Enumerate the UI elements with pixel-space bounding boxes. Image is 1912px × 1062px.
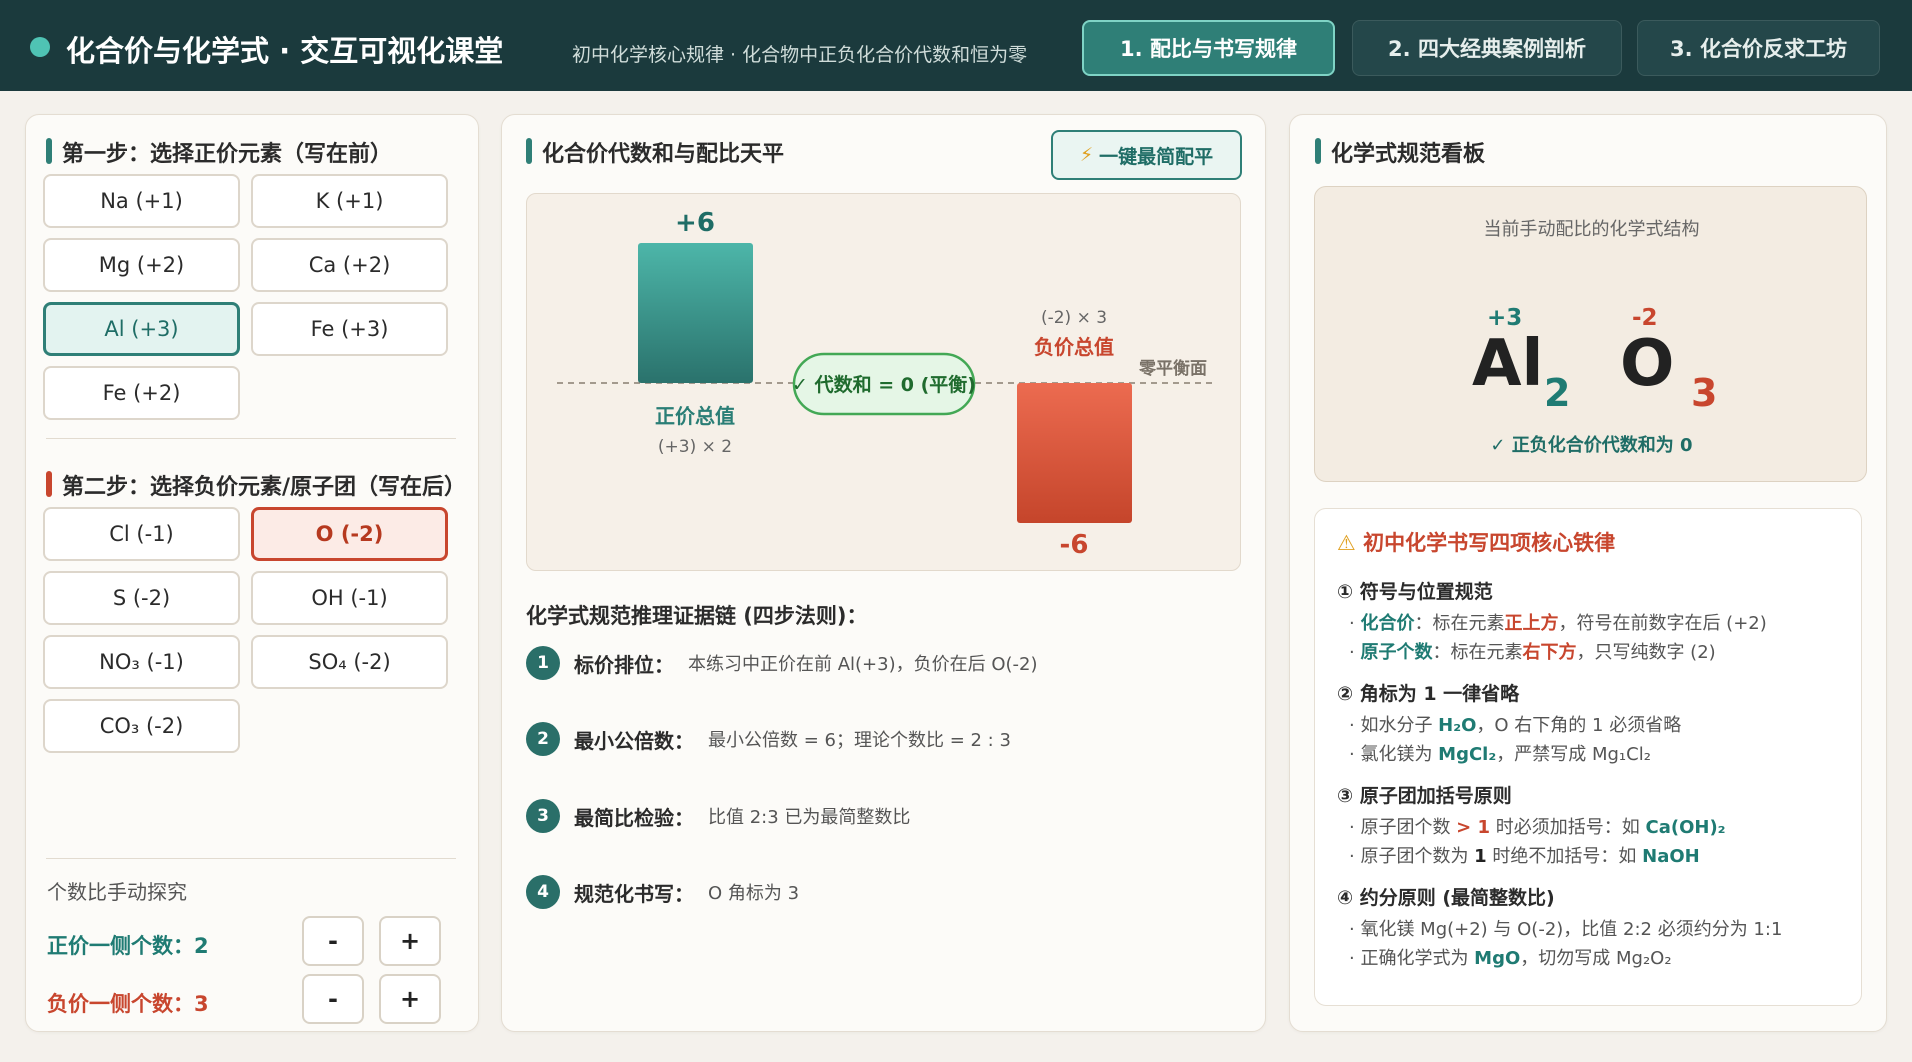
positive-count-label: 正价一侧个数：2 bbox=[47, 934, 209, 958]
step-name: 标价排位： bbox=[574, 652, 674, 677]
rule-3-line-2: · 原子团个数为 1 时绝不加括号：如 NaOH bbox=[1349, 846, 1700, 867]
rule-3-line-1: · 原子团个数 > 1 时必须加括号：如 Ca(OH)₂ bbox=[1349, 817, 1726, 838]
app-subtitle: 初中化学核心规律 · 化合物中正负化合价代数和恒为零 bbox=[572, 44, 1028, 66]
negative-total-value: -6 bbox=[1060, 530, 1089, 560]
step-number: 3 bbox=[526, 799, 560, 833]
evidence-step-1: 1 标价排位： 本练习中正价在前 Al(+3)，负价在后 O(-2) bbox=[526, 645, 1038, 681]
element-fe2-button[interactable]: Fe (+2) bbox=[43, 366, 240, 420]
rules-title: 初中化学书写四项核心铁律 bbox=[1363, 531, 1616, 555]
auto-balance-label: 一键最简配平 bbox=[1099, 145, 1214, 168]
positive-total-value: +6 bbox=[675, 208, 715, 238]
formula-board-title: 化学式规范看板 bbox=[1315, 136, 1485, 168]
balance-chart: 零平衡面 +6 正价总值 (+3) × 2 -6 (-2) × 3 负价总值 ✓… bbox=[526, 193, 1241, 571]
warning-icon: ⚠ bbox=[1337, 531, 1356, 555]
element-so4-button[interactable]: SO₄ (-2) bbox=[251, 635, 448, 689]
negative-total-label: 负价总值 bbox=[1034, 335, 1114, 359]
element-fe3-button[interactable]: Fe (+3) bbox=[251, 302, 448, 356]
element-no3-button[interactable]: NO₃ (-1) bbox=[43, 635, 240, 689]
formula-display: 当前手动配比的化学式结构 +3 Al 2 -2 O 3 ✓ 正负化合价代数和为 … bbox=[1314, 186, 1867, 482]
element-symbol-2: O bbox=[1620, 327, 1675, 401]
positive-total-bar bbox=[638, 243, 753, 383]
step-text: 本练习中正价在前 Al(+3)，负价在后 O(-2) bbox=[688, 654, 1038, 675]
step-text: 最小公倍数 = 6；理论个数比 = 2 : 3 bbox=[708, 730, 1011, 751]
element-na-button[interactable]: Na (+1) bbox=[43, 174, 240, 228]
step1-title: 第一步：选择正价元素（写在前） bbox=[46, 136, 392, 168]
evidence-step-3: 3 最简比检验： 比值 2:3 已为最简整数比 bbox=[526, 798, 910, 834]
positive-total-label: 正价总值 bbox=[655, 404, 735, 428]
zero-line-label: 零平衡面 bbox=[1138, 358, 1207, 379]
formula-caption: 当前手动配比的化学式结构 bbox=[1483, 219, 1700, 240]
rules-title-row: ⚠ 初中化学书写四项核心铁律 bbox=[1337, 527, 1615, 557]
rule-4-line-2: · 正确化学式为 MgO，切勿写成 Mg₂O₂ bbox=[1349, 948, 1672, 969]
negative-count-label: 负价一侧个数：3 bbox=[47, 992, 209, 1016]
element-oh-button[interactable]: OH (-1) bbox=[251, 571, 448, 625]
rule-1-line-2: · 原子个数：标在元素右下方，只写纯数字 (2) bbox=[1349, 642, 1716, 663]
element-s-button[interactable]: S (-2) bbox=[43, 571, 240, 625]
evidence-chain-title: 化学式规范推理证据链 (四步法则)： bbox=[526, 604, 868, 628]
element-mg-button[interactable]: Mg (+2) bbox=[43, 238, 240, 292]
app-title: 化合价与化学式 · 交互可视化课堂 bbox=[66, 34, 504, 68]
rule-2-heading: ② 角标为 1 一律省略 bbox=[1337, 683, 1520, 705]
logo-dot-icon bbox=[30, 37, 50, 57]
balance-badge: ✓ 代数和 = 0 (平衡) bbox=[792, 352, 976, 416]
balance-badge-text: ✓ 代数和 = 0 (平衡) bbox=[792, 373, 976, 396]
element-al-button[interactable]: Al (+3) bbox=[43, 302, 240, 356]
step-name: 规范化书写： bbox=[574, 881, 694, 906]
positive-decrement-button[interactable]: - bbox=[302, 916, 364, 966]
positive-total-formula: (+3) × 2 bbox=[658, 437, 732, 457]
step2-title: 第二步：选择负价元素/原子团（写在后） bbox=[46, 469, 466, 501]
rule-1-heading: ① 符号与位置规范 bbox=[1337, 581, 1493, 603]
step-number: 1 bbox=[526, 646, 560, 680]
ratio-explore-title: 个数比手动探究 bbox=[47, 880, 187, 904]
rule-4-heading: ④ 约分原则 (最简整数比) bbox=[1337, 887, 1555, 909]
element-cl-button[interactable]: Cl (-1) bbox=[43, 507, 240, 561]
step-name: 最简比检验： bbox=[574, 805, 694, 830]
negative-decrement-button[interactable]: - bbox=[302, 974, 364, 1024]
step-text: O 角标为 3 bbox=[708, 883, 800, 904]
step-text: 比值 2:3 已为最简整数比 bbox=[708, 807, 911, 828]
balance-chart-svg: 零平衡面 +6 正价总值 (+3) × 2 -6 (-2) × 3 负价总值 ✓… bbox=[557, 208, 1212, 560]
element-ca-button[interactable]: Ca (+2) bbox=[251, 238, 448, 292]
evidence-step-4: 4 规范化书写： O 角标为 3 bbox=[526, 874, 799, 910]
core-rules-box: ⚠ 初中化学书写四项核心铁律 ① 符号与位置规范 · 化合价：标在元素正上方，符… bbox=[1314, 508, 1862, 1006]
negative-total-bar bbox=[1017, 383, 1132, 523]
negative-total-formula: (-2) × 3 bbox=[1041, 308, 1107, 328]
tab-valence-workshop[interactable]: 3. 化合价反求工坊 bbox=[1637, 20, 1880, 76]
step-name: 最小公倍数： bbox=[574, 728, 694, 753]
element-co3-button[interactable]: CO₃ (-2) bbox=[43, 699, 240, 753]
evidence-step-2: 2 最小公倍数： 最小公倍数 = 6；理论个数比 = 2 : 3 bbox=[526, 721, 1011, 757]
tab-ratio-rules[interactable]: 1. 配比与书写规律 bbox=[1082, 20, 1335, 76]
element-k-button[interactable]: K (+1) bbox=[251, 174, 448, 228]
element-symbol-1: Al bbox=[1472, 327, 1544, 401]
lightning-icon: ⚡ bbox=[1079, 144, 1094, 166]
left-divider-2 bbox=[46, 858, 456, 859]
zero-sum-check: ✓ 正负化合价代数和为 0 bbox=[1490, 435, 1693, 456]
positive-increment-button[interactable]: + bbox=[379, 916, 441, 966]
auto-balance-button[interactable]: ⚡ 一键最简配平 bbox=[1051, 130, 1242, 180]
app-header: 化合价与化学式 · 交互可视化课堂 初中化学核心规律 · 化合物中正负化合价代数… bbox=[0, 0, 1912, 91]
rule-4-line-1: · 氧化镁 Mg(+2) 与 O(-2)，比值 2:2 必须约分为 1:1 bbox=[1349, 919, 1783, 940]
tab-classic-cases[interactable]: 2. 四大经典案例剖析 bbox=[1352, 20, 1622, 76]
element-o-button[interactable]: O (-2) bbox=[251, 507, 448, 561]
step-number: 2 bbox=[526, 722, 560, 756]
balance-title: 化合价代数和与配比天平 bbox=[526, 136, 784, 168]
subscript-2: 3 bbox=[1691, 371, 1718, 415]
rule-1-line-1: · 化合价：标在元素正上方，符号在前数字在后 (+2) bbox=[1349, 613, 1767, 634]
rule-3-heading: ③ 原子团加括号原则 bbox=[1337, 785, 1512, 807]
step-number: 4 bbox=[526, 875, 560, 909]
rule-2-line-1: · 如水分子 H₂O，O 右下角的 1 必须省略 bbox=[1349, 715, 1682, 736]
left-divider-1 bbox=[46, 438, 456, 439]
subscript-1: 2 bbox=[1544, 371, 1571, 415]
rule-2-line-2: · 氯化镁为 MgCl₂，严禁写成 Mg₁Cl₂ bbox=[1349, 744, 1651, 765]
negative-increment-button[interactable]: + bbox=[379, 974, 441, 1024]
